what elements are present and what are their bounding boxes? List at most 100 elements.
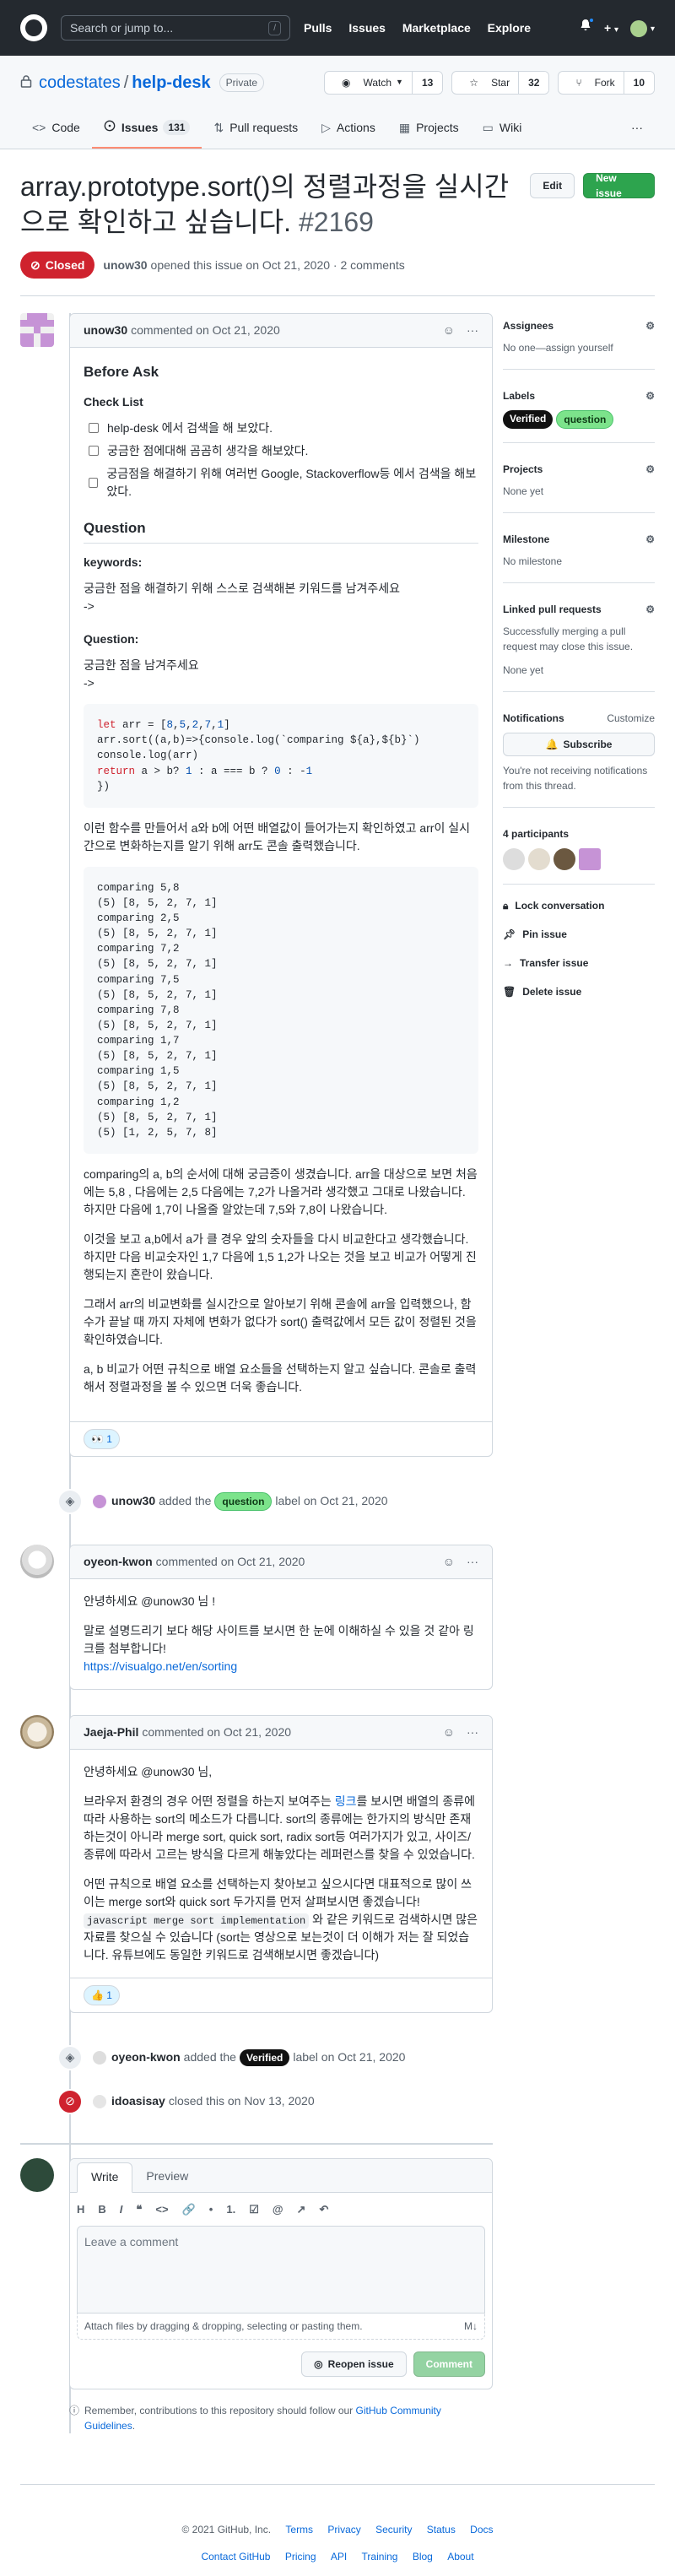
- bullet-list-icon[interactable]: •: [209, 2201, 213, 2218]
- link-icon[interactable]: 🔗: [182, 2201, 196, 2218]
- tab-issues[interactable]: Issues 131: [91, 108, 202, 149]
- event-user[interactable]: oyeon-kwon: [111, 2048, 181, 2066]
- tab-wiki[interactable]: ▭ Wiki: [471, 108, 534, 149]
- tab-projects[interactable]: ▦ Projects: [387, 108, 471, 149]
- label-question[interactable]: question: [214, 1491, 273, 1511]
- quote-icon[interactable]: ❝: [136, 2201, 142, 2218]
- reference-link[interactable]: 링크: [335, 1794, 357, 1808]
- avatar[interactable]: [93, 2094, 106, 2108]
- search-input[interactable]: Search or jump to... /: [61, 15, 290, 41]
- tab-actions[interactable]: ▷ Actions: [310, 108, 387, 149]
- footer-link-about[interactable]: About: [447, 2551, 473, 2562]
- avatar[interactable]: [93, 1494, 106, 1508]
- gear-icon[interactable]: ⚙: [645, 462, 655, 477]
- task-list-icon[interactable]: ☑: [249, 2201, 259, 2218]
- nav-issues[interactable]: Issues: [348, 21, 386, 35]
- footer-link-training[interactable]: Training: [362, 2551, 398, 2562]
- comment-button[interactable]: Comment: [413, 2351, 485, 2378]
- footer-link-blog[interactable]: Blog: [413, 2551, 433, 2562]
- avatar[interactable]: [20, 313, 54, 348]
- event-user[interactable]: idoasisay: [111, 2092, 165, 2110]
- subscribe-button[interactable]: 🔔 Subscribe: [503, 733, 655, 757]
- fork-button[interactable]: ⑂ Fork 10: [558, 71, 655, 95]
- bell-icon[interactable]: [579, 17, 595, 37]
- sidebar-heading[interactable]: Projects: [503, 462, 543, 477]
- heading-icon[interactable]: H: [77, 2201, 84, 2218]
- tab-code[interactable]: <> Code: [20, 108, 92, 149]
- kebab-icon[interactable]: ···: [467, 1724, 478, 1741]
- star-count[interactable]: 32: [518, 72, 549, 94]
- comment-author[interactable]: oyeon-kwon: [84, 1553, 153, 1571]
- mention-icon[interactable]: @: [273, 2201, 284, 2218]
- checkbox[interactable]: [89, 477, 99, 488]
- fork-count[interactable]: 10: [623, 72, 654, 94]
- sidebar-heading[interactable]: Labels: [503, 388, 535, 403]
- tab-preview[interactable]: Preview: [132, 2162, 202, 2192]
- smiley-icon[interactable]: ☺: [443, 1724, 455, 1741]
- comment-date[interactable]: commented on Oct 21, 2020: [142, 1724, 291, 1741]
- avatar[interactable]: [20, 1544, 54, 1578]
- more-tabs-button[interactable]: ···: [619, 108, 655, 149]
- footer-link-terms[interactable]: Terms: [285, 2524, 313, 2535]
- repo-name-link[interactable]: help-desk: [132, 70, 210, 95]
- comment-date[interactable]: commented on Oct 21, 2020: [156, 1553, 305, 1571]
- footer-link-privacy[interactable]: Privacy: [327, 2524, 360, 2535]
- comment-author[interactable]: Jaeja-Phil: [84, 1724, 138, 1741]
- footer-link-pricing[interactable]: Pricing: [285, 2551, 316, 2562]
- smiley-icon[interactable]: ☺: [443, 322, 455, 339]
- gear-icon[interactable]: ⚙: [645, 388, 655, 403]
- pin-issue-button[interactable]: 📌︎ Pin issue: [503, 927, 655, 942]
- kebab-icon[interactable]: ···: [467, 322, 478, 339]
- reaction-eyes[interactable]: 👀 1: [84, 1428, 120, 1449]
- reference-icon[interactable]: ↗: [297, 2201, 306, 2218]
- checkbox[interactable]: [89, 446, 99, 457]
- reopen-issue-button[interactable]: ◎ Reopen issue: [301, 2351, 407, 2378]
- avatar[interactable]: [503, 848, 525, 871]
- create-new-menu[interactable]: + ▾: [604, 19, 618, 37]
- footer-link-docs[interactable]: Docs: [470, 2524, 493, 2535]
- attach-files-area[interactable]: Attach files by dragging & dropping, sel…: [77, 2314, 485, 2341]
- footer-link-contact[interactable]: Contact GitHub: [201, 2551, 270, 2562]
- code-icon[interactable]: <>: [155, 2201, 168, 2218]
- comment-textarea[interactable]: Leave a comment: [77, 2226, 485, 2314]
- avatar[interactable]: [20, 1714, 54, 1749]
- watch-button[interactable]: ◉ Watch ▼ 13: [323, 71, 444, 95]
- avatar[interactable]: [579, 848, 601, 871]
- avatar[interactable]: [554, 848, 575, 871]
- sidebar-heading[interactable]: Assignees: [503, 318, 554, 333]
- delete-issue-button[interactable]: 🗑︎ Delete issue: [503, 984, 655, 999]
- assignees-value[interactable]: No one—assign yourself: [503, 342, 613, 354]
- avatar[interactable]: [93, 2050, 106, 2065]
- user-menu[interactable]: ▾: [630, 19, 655, 37]
- tab-write[interactable]: Write: [77, 2162, 133, 2193]
- comment-author[interactable]: unow30: [84, 322, 127, 339]
- reaction-thumbs-up[interactable]: 👍 1: [84, 1984, 120, 2005]
- nav-pulls[interactable]: Pulls: [304, 21, 332, 35]
- tab-pull-requests[interactable]: ⇅ Pull requests: [202, 108, 310, 149]
- gear-icon[interactable]: ⚙: [645, 602, 655, 617]
- nav-marketplace[interactable]: Marketplace: [402, 21, 471, 35]
- label-verified[interactable]: Verified: [239, 2048, 290, 2066]
- issue-author[interactable]: unow30: [103, 257, 147, 274]
- repo-owner-link[interactable]: codestates: [39, 70, 121, 95]
- footer-link-security[interactable]: Security: [375, 2524, 412, 2535]
- lock-conversation-button[interactable]: 🔒︎ Lock conversation: [503, 898, 655, 913]
- kebab-icon[interactable]: ···: [467, 1553, 478, 1571]
- footer-link-api[interactable]: API: [331, 2551, 347, 2562]
- reply-icon[interactable]: ↶: [319, 2201, 328, 2218]
- bold-icon[interactable]: B: [98, 2201, 105, 2218]
- gear-icon[interactable]: ⚙: [645, 532, 655, 547]
- visualgo-link[interactable]: https://visualgo.net/en/sorting: [84, 1659, 237, 1673]
- event-user[interactable]: unow30: [111, 1492, 155, 1510]
- checkbox[interactable]: [89, 423, 99, 434]
- italic-icon[interactable]: I: [120, 2201, 123, 2218]
- customize-link[interactable]: Customize: [607, 711, 655, 726]
- numbered-list-icon[interactable]: 1.: [226, 2201, 235, 2218]
- edit-button[interactable]: Edit: [530, 173, 575, 198]
- transfer-issue-button[interactable]: → Transfer issue: [503, 955, 655, 971]
- markdown-icon[interactable]: M↓: [464, 2319, 478, 2334]
- new-issue-button[interactable]: New issue: [583, 172, 655, 199]
- footer-link-status[interactable]: Status: [427, 2524, 456, 2535]
- comment-date[interactable]: commented on Oct 21, 2020: [131, 322, 280, 339]
- nav-explore[interactable]: Explore: [488, 21, 531, 35]
